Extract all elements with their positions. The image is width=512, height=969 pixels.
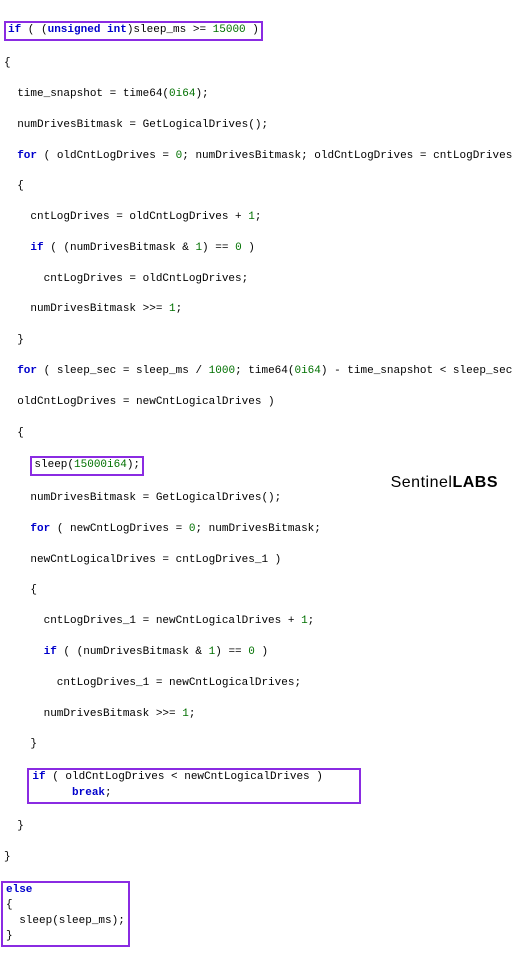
keyword-else: else (6, 884, 32, 896)
keyword-for: for (30, 523, 50, 535)
keyword-for: for (17, 150, 37, 162)
sentinel-labs-logo: SentinelLABS (391, 472, 498, 494)
keyword-if: if (30, 242, 43, 254)
highlight-condition-top: if ( (unsigned int)sleep_ms >= 15000 ) (4, 21, 263, 40)
highlight-break-condition: if ( oldCntLogDrives < newCntLogicalDriv… (27, 768, 360, 804)
keyword-if: if (32, 771, 45, 783)
code-line: numDrivesBitmask = GetLogicalDrives(); (4, 118, 508, 133)
keyword-for: for (17, 365, 37, 377)
logo-part-2: LABS (452, 474, 498, 491)
highlight-sleep-call: sleep(15000i64); (30, 456, 144, 475)
keyword-if: if (8, 24, 21, 36)
keyword-break: break (72, 787, 105, 799)
keyword-unsigned-int: unsigned int (48, 24, 127, 36)
keyword-if: if (44, 646, 57, 658)
logo-part-1: Sentinel (391, 474, 453, 491)
brace-open: { (4, 56, 508, 71)
highlight-else-block: else { sleep(sleep_ms); } (1, 881, 130, 948)
literal-15000: 15000 (213, 24, 246, 36)
